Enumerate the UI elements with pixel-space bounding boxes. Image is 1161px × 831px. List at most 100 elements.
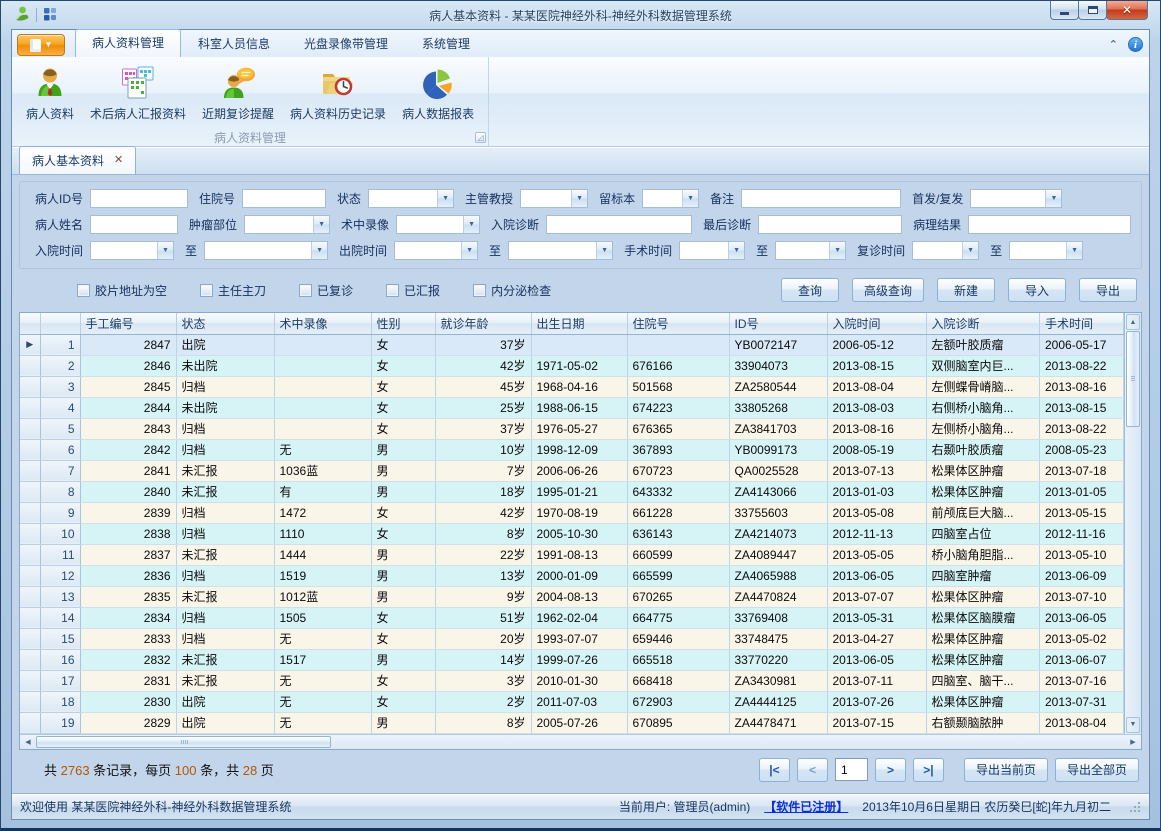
export-all-pages-button[interactable]: 导出全部页 <box>1055 758 1139 782</box>
scroll-down-icon[interactable]: ▼ <box>1126 717 1140 733</box>
scroll-left-icon[interactable]: ◀ <box>20 735 36 749</box>
specimen-select[interactable]: ▼ <box>642 189 699 208</box>
maximize-button[interactable] <box>1078 1 1107 20</box>
surgery-date-from[interactable]: ▼ <box>679 241 745 260</box>
chevron-down-icon[interactable]: ▼ <box>437 190 453 207</box>
horizontal-scrollbar-thumb[interactable] <box>36 736 331 748</box>
last-page-button[interactable]: >| <box>913 758 944 782</box>
column-header[interactable]: ID号 <box>729 313 827 334</box>
admission-no-field[interactable] <box>242 189 326 208</box>
application-menu-button[interactable]: ▼ <box>17 34 65 56</box>
prev-page-button[interactable]: < <box>797 758 828 782</box>
table-row[interactable]: 172831未汇报无女3岁2010-01-30668418ZA343098120… <box>20 670 1124 691</box>
revisit-date-to[interactable]: ▼ <box>1009 241 1083 260</box>
software-registered-link[interactable]: 【软件已注册】 <box>764 798 848 815</box>
column-header[interactable]: 手术时间 <box>1040 313 1124 334</box>
close-button[interactable]: ✕ <box>1106 1 1148 20</box>
table-row[interactable]: 182830出院无女2岁2011-07-03672903ZA4444125201… <box>20 691 1124 712</box>
final-diagnosis-field[interactable] <box>758 215 902 234</box>
column-header[interactable]: 手工编号 <box>80 313 176 334</box>
chief-professor-select[interactable]: ▼ <box>520 189 588 208</box>
column-header[interactable]: 住院号 <box>627 313 729 334</box>
chevron-down-icon[interactable]: ▼ <box>1045 190 1061 207</box>
admit-date-to[interactable]: ▼ <box>204 241 328 260</box>
tumor-site-select[interactable]: ▼ <box>244 215 330 234</box>
next-page-button[interactable]: > <box>875 758 906 782</box>
scroll-up-icon[interactable]: ▲ <box>1126 314 1140 330</box>
chevron-down-icon[interactable]: ▼ <box>728 242 744 259</box>
table-row[interactable]: 32845归档女45岁1968-04-16501568ZA25805442013… <box>20 376 1124 397</box>
discharge-date-from[interactable]: ▼ <box>394 241 478 260</box>
table-row[interactable]: 132835未汇报1012蓝男9岁2004-08-13670265ZA44708… <box>20 586 1124 607</box>
table-row[interactable]: 102838归档1110女8岁2005-10-30636143ZA4214073… <box>20 523 1124 544</box>
table-row[interactable]: 142834归档1505女51岁1962-02-0466477533769408… <box>20 607 1124 628</box>
tab-patient-basic-info[interactable]: 病人基本资料 ✕ <box>19 146 136 174</box>
table-row[interactable]: 62842归档无男10岁1998-12-09367893YB0099173200… <box>20 439 1124 460</box>
new-button[interactable]: 新建 <box>937 278 995 302</box>
chevron-down-icon[interactable]: ▼ <box>571 190 587 207</box>
table-row[interactable]: 162832未汇报1517男14岁1999-07-266655183377022… <box>20 649 1124 670</box>
table-row[interactable]: 22846未出院女42岁1971-05-02676166339040732013… <box>20 355 1124 376</box>
ribbon-tab-2[interactable]: 科室人员信息 <box>181 30 287 57</box>
vertical-scrollbar[interactable]: ▲ ▼ <box>1124 313 1141 734</box>
ribbon-button[interactable]: 近期复诊提醒 <box>194 61 282 124</box>
export-current-page-button[interactable]: 导出当前页 <box>964 758 1048 782</box>
revisited-checkbox-box[interactable] <box>299 284 312 297</box>
quick-access-icon[interactable] <box>42 6 58 25</box>
pathology-result-field[interactable] <box>968 215 1131 234</box>
table-row[interactable]: 122836归档1519男13岁2000-01-09665599ZA406598… <box>20 565 1124 586</box>
horizontal-scrollbar-track[interactable] <box>331 735 1125 749</box>
horizontal-scrollbar[interactable]: ◀ ▶ <box>20 734 1141 749</box>
admit-date-from[interactable]: ▼ <box>90 241 174 260</box>
ribbon-tab-4[interactable]: 系统管理 <box>405 30 487 57</box>
dialog-launcher-icon[interactable]: ◿ <box>475 132 486 143</box>
film-address-empty-checkbox-box[interactable] <box>77 284 90 297</box>
column-header[interactable]: 性别 <box>371 313 435 334</box>
table-row[interactable]: ▶12847出院女37岁YB00721472006-05-12左额叶胶质瘤200… <box>20 334 1124 355</box>
first-page-button[interactable]: |< <box>759 758 790 782</box>
column-header[interactable]: 出生日期 <box>531 313 627 334</box>
resize-grip[interactable] <box>1129 801 1141 813</box>
chief-surgeon-checkbox-box[interactable] <box>200 284 213 297</box>
advanced-query-button[interactable]: 高级查询 <box>852 278 924 302</box>
ribbon-collapse-icon[interactable]: ⌃ <box>1109 42 1118 48</box>
table-row[interactable]: 72841未汇报1036蓝男7岁2006-06-26670723QA002552… <box>20 460 1124 481</box>
column-header[interactable]: 入院诊断 <box>926 313 1040 334</box>
table-row[interactable]: 42844未出院女25岁1988-06-15674223338052682013… <box>20 397 1124 418</box>
table-row[interactable]: 92839归档1472女42岁1970-08-19661228337556032… <box>20 502 1124 523</box>
tab-close-icon[interactable]: ✕ <box>114 155 123 166</box>
page-number-input[interactable] <box>835 758 868 781</box>
discharge-date-to[interactable]: ▼ <box>508 241 613 260</box>
intraop-video-select[interactable]: ▼ <box>396 215 480 234</box>
reported-checkbox-box[interactable] <box>386 284 399 297</box>
ribbon-button[interactable]: 术后病人汇报资料 <box>82 61 194 124</box>
patient-name-field[interactable] <box>90 215 178 234</box>
column-header[interactable]: 状态 <box>176 313 274 334</box>
surgery-date-to[interactable]: ▼ <box>775 241 846 260</box>
admission-diagnosis-field[interactable] <box>546 215 692 234</box>
info-icon[interactable]: i <box>1128 37 1143 52</box>
ribbon-button[interactable]: 病人数据报表 <box>394 61 482 124</box>
patient-id-field[interactable] <box>90 189 188 208</box>
chevron-down-icon[interactable]: ▼ <box>962 242 978 259</box>
status-select[interactable]: ▼ <box>368 189 454 208</box>
chevron-down-icon[interactable]: ▼ <box>1066 242 1082 259</box>
table-row[interactable]: 52843归档女37岁1976-05-27676365ZA38417032013… <box>20 418 1124 439</box>
import-button[interactable]: 导入 <box>1008 278 1066 302</box>
chevron-down-icon[interactable]: ▼ <box>461 242 477 259</box>
ribbon-tab-1[interactable]: 病人资料管理 <box>75 29 181 57</box>
endocrine-exam-checkbox-box[interactable] <box>473 284 486 297</box>
chevron-down-icon[interactable]: ▼ <box>311 242 327 259</box>
first-relapse-select[interactable]: ▼ <box>970 189 1062 208</box>
ribbon-tab-3[interactable]: 光盘录像带管理 <box>287 30 405 57</box>
table-row[interactable]: 82840未汇报有男18岁1995-01-21643332ZA414306620… <box>20 481 1124 502</box>
column-header[interactable]: 入院时间 <box>827 313 926 334</box>
table-row[interactable]: 152833归档无女20岁1993-07-0765944633748475201… <box>20 628 1124 649</box>
chevron-down-icon[interactable]: ▼ <box>463 216 479 233</box>
ribbon-button[interactable]: 病人资料 <box>18 61 82 124</box>
chevron-down-icon[interactable]: ▼ <box>157 242 173 259</box>
chevron-down-icon[interactable]: ▼ <box>313 216 329 233</box>
minimize-button[interactable] <box>1050 1 1079 20</box>
remarks-field[interactable] <box>741 189 901 208</box>
vertical-scrollbar-track[interactable] <box>1125 427 1141 716</box>
